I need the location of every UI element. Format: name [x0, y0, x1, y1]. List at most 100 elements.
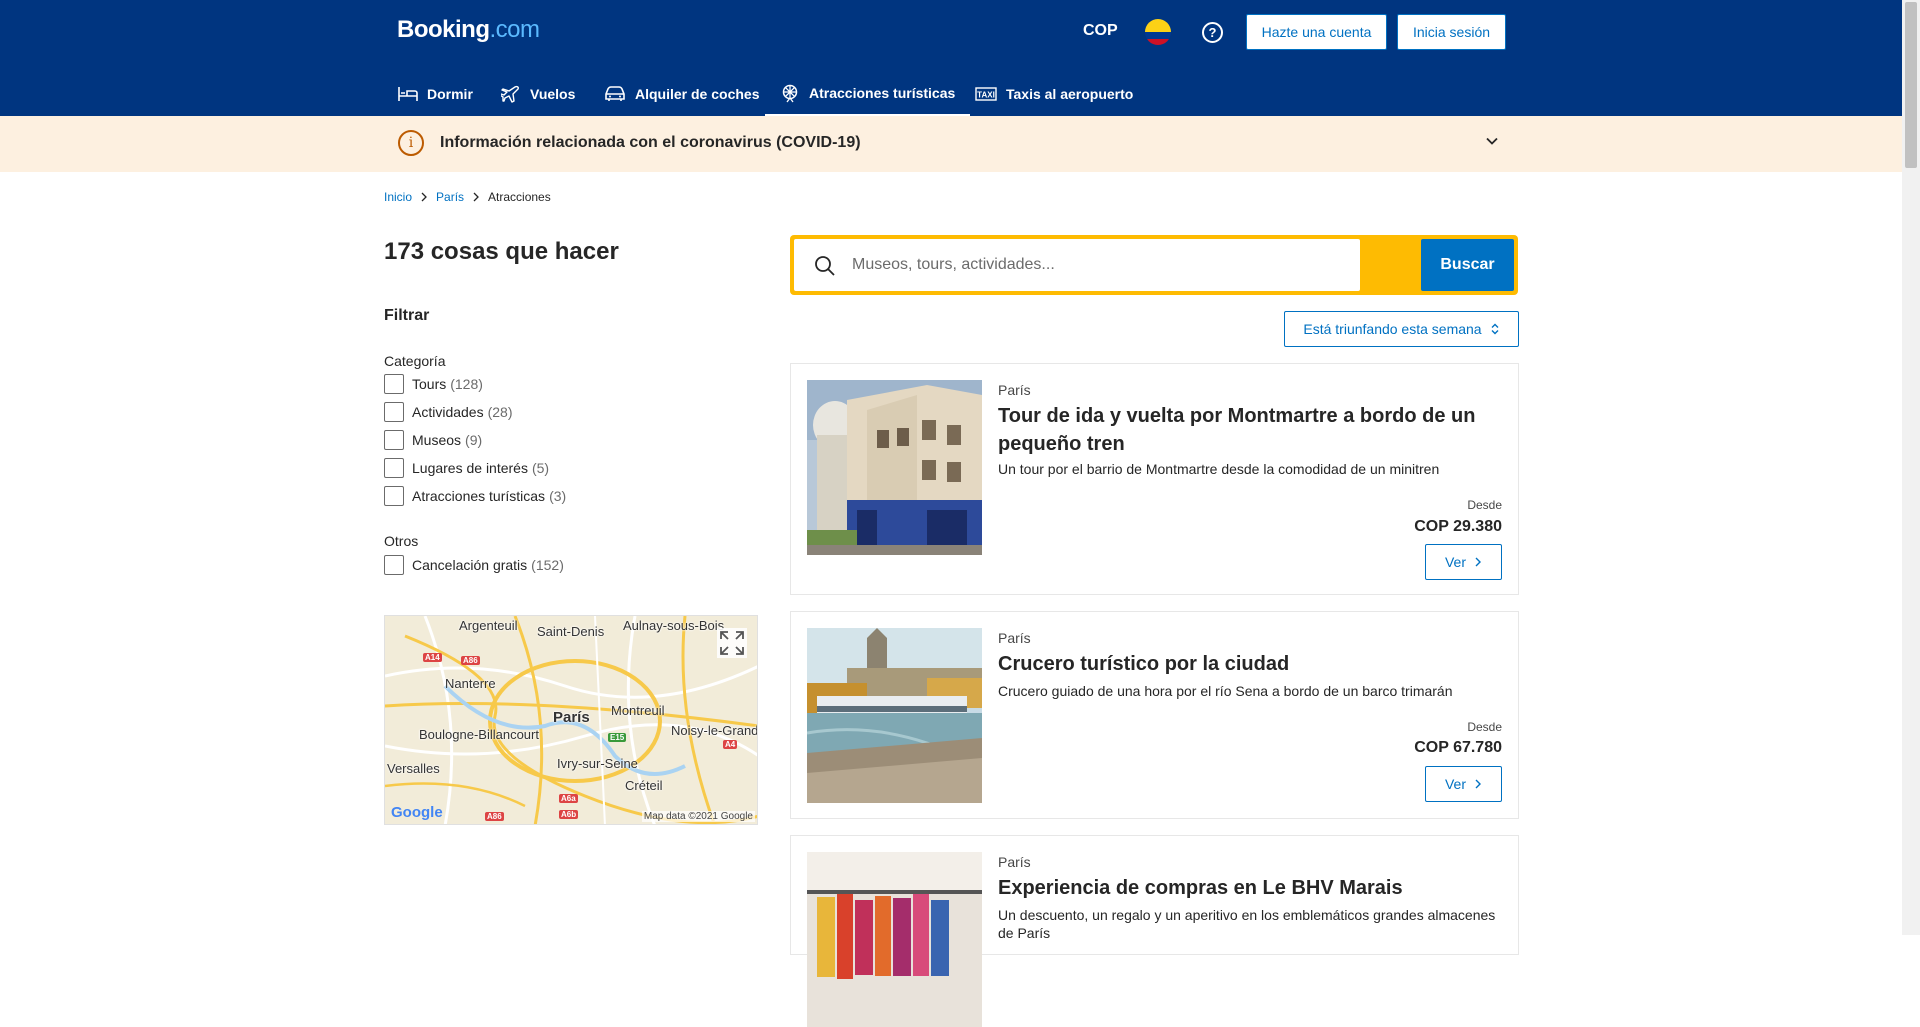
- ferris-wheel-icon: [782, 84, 798, 103]
- checkbox[interactable]: [384, 402, 404, 422]
- svg-text:TAXI: TAXI: [977, 91, 995, 100]
- filter-label: Tours: [412, 376, 447, 392]
- road-badge: A6a: [559, 794, 578, 803]
- filter-count: (3): [549, 488, 567, 504]
- create-account-button[interactable]: Hazte una cuenta: [1246, 14, 1387, 50]
- booking-logo[interactable]: Booking.com: [397, 16, 540, 44]
- view-button-label: Ver: [1444, 554, 1466, 570]
- filter-label: Cancelación gratis: [412, 557, 528, 573]
- filter-label: Actividades: [412, 404, 484, 420]
- plane-icon: [501, 85, 519, 103]
- nav-item-stays[interactable]: Dormir: [398, 72, 473, 116]
- nav-item-attractions[interactable]: Atracciones turísticas: [765, 72, 971, 116]
- nav-label-stays: Dormir: [427, 86, 473, 102]
- filter-count: (28): [487, 404, 513, 420]
- search-bar: Buscar: [790, 235, 1518, 295]
- breadcrumb-current: Atracciones: [488, 190, 551, 204]
- page-scrollbar[interactable]: [1902, 0, 1920, 935]
- currency-selector[interactable]: COP: [1083, 22, 1118, 40]
- attraction-card[interactable]: París Crucero turístico por la ciudad Cr…: [790, 611, 1519, 819]
- others-heading: Otros: [384, 533, 419, 549]
- car-icon: [605, 86, 625, 101]
- price-from-label: Desde: [1467, 720, 1502, 734]
- map-label: Aulnay-sous-Bois: [623, 618, 725, 633]
- card-price: COP 29.380: [1414, 518, 1502, 535]
- filter-count: (152): [531, 557, 564, 573]
- road-badge: A6b: [559, 810, 579, 819]
- sort-label: Está triunfando esta semana: [1303, 321, 1482, 337]
- filter-checkbox-attractions[interactable]: Atracciones turísticas (3): [384, 486, 566, 506]
- nav-item-flights[interactable]: Vuelos: [501, 72, 575, 116]
- attraction-image[interactable]: [807, 628, 982, 803]
- attraction-image[interactable]: [807, 852, 982, 1027]
- nav-label-car-rental: Alquiler de coches: [635, 86, 760, 102]
- logo-text: Booking: [397, 16, 490, 43]
- chevron-right-icon: [421, 192, 427, 202]
- filter-checkbox-free-cancellation[interactable]: Cancelación gratis (152): [384, 555, 564, 575]
- map-label: Versalles: [387, 761, 440, 776]
- road-badge: A86: [461, 656, 480, 665]
- map-label: Boulogne-Billancourt: [419, 727, 539, 742]
- scrollbar-thumb[interactable]: [1905, 2, 1917, 168]
- map-label: Argenteuil: [459, 618, 518, 633]
- nav-label-airport-taxis: Taxis al aeropuerto: [1006, 86, 1134, 102]
- chevron-down-icon[interactable]: [1485, 134, 1499, 148]
- checkbox[interactable]: [384, 374, 404, 394]
- card-description: Un tour por el barrio de Montmartre desd…: [998, 461, 1440, 477]
- filter-count: (5): [531, 460, 550, 476]
- card-title[interactable]: Tour de ida y vuelta por Montmartre a bo…: [998, 402, 1498, 458]
- card-description: Un descuento, un regalo y un aperitivo e…: [998, 907, 1496, 941]
- search-icon: [815, 256, 835, 276]
- attraction-card[interactable]: París Tour de ida y vuelta por Montmartr…: [790, 363, 1519, 595]
- nav-item-airport-taxis[interactable]: TAXI Taxis al aeropuerto: [975, 72, 1133, 116]
- card-price: COP 67.780: [1414, 739, 1502, 756]
- nav-label-flights: Vuelos: [530, 86, 576, 102]
- filter-checkbox-activities[interactable]: Actividades (28): [384, 402, 513, 422]
- chevron-right-icon: [473, 192, 479, 202]
- checkbox[interactable]: [384, 430, 404, 450]
- attraction-card[interactable]: París Experiencia de compras en Le BHV M…: [790, 835, 1519, 1027]
- bed-icon: [398, 87, 418, 101]
- search-field-wrapper[interactable]: [794, 239, 1360, 291]
- card-city: París: [998, 382, 1031, 398]
- map-expand-icon[interactable]: [717, 628, 747, 658]
- map-label: Nanterre: [445, 676, 496, 691]
- breadcrumb-city[interactable]: París: [436, 190, 464, 204]
- view-button[interactable]: Ver: [1425, 766, 1502, 802]
- taxi-icon: TAXI: [975, 87, 997, 101]
- filter-checkbox-museums[interactable]: Museos (9): [384, 430, 482, 450]
- nav-label-attractions: Atracciones turísticas: [809, 85, 956, 101]
- breadcrumb-home[interactable]: Inicio: [384, 190, 412, 204]
- search-input[interactable]: [850, 239, 1350, 291]
- map-label: París: [553, 709, 590, 726]
- checkbox[interactable]: [384, 555, 404, 575]
- google-logo: Google: [391, 804, 443, 821]
- road-badge: E15: [608, 733, 627, 742]
- card-city: París: [998, 854, 1031, 870]
- breadcrumb: Inicio París Atracciones: [384, 190, 551, 204]
- view-button[interactable]: Ver: [1425, 544, 1502, 580]
- checkbox[interactable]: [384, 486, 404, 506]
- card-title[interactable]: Experiencia de compras en Le BHV Marais: [998, 874, 1498, 902]
- results-count-title: 173 cosas que hacer: [384, 238, 619, 265]
- chevron-right-icon: [1475, 779, 1481, 789]
- attraction-image[interactable]: [807, 380, 982, 555]
- sign-in-button[interactable]: Inicia sesión: [1397, 14, 1506, 50]
- search-button[interactable]: Buscar: [1421, 239, 1514, 291]
- filter-count: (128): [450, 376, 483, 392]
- card-title[interactable]: Crucero turístico por la ciudad: [998, 650, 1498, 678]
- covid-banner[interactable]: i Información relacionada con el coronav…: [0, 116, 1902, 172]
- road-badge: A14: [423, 653, 442, 662]
- filter-label: Lugares de interés: [412, 460, 528, 476]
- sort-dropdown[interactable]: Está triunfando esta semana: [1284, 311, 1519, 347]
- map-preview[interactable]: Argenteuil Saint-Denis Aulnay-sous-Bois …: [384, 615, 758, 825]
- nav-item-car-rental[interactable]: Alquiler de coches: [604, 72, 759, 116]
- map-copyright: Map data ©2021 Google: [641, 811, 755, 822]
- checkbox[interactable]: [384, 458, 404, 478]
- help-icon[interactable]: ?: [1202, 22, 1223, 43]
- map-label: Ivry-sur-Seine: [557, 756, 638, 771]
- filter-checkbox-tours[interactable]: Tours (128): [384, 374, 483, 394]
- colombia-flag-icon[interactable]: [1145, 19, 1171, 45]
- filter-checkbox-landmarks[interactable]: Lugares de interés (5): [384, 458, 549, 478]
- sort-arrows-icon: [1491, 323, 1499, 335]
